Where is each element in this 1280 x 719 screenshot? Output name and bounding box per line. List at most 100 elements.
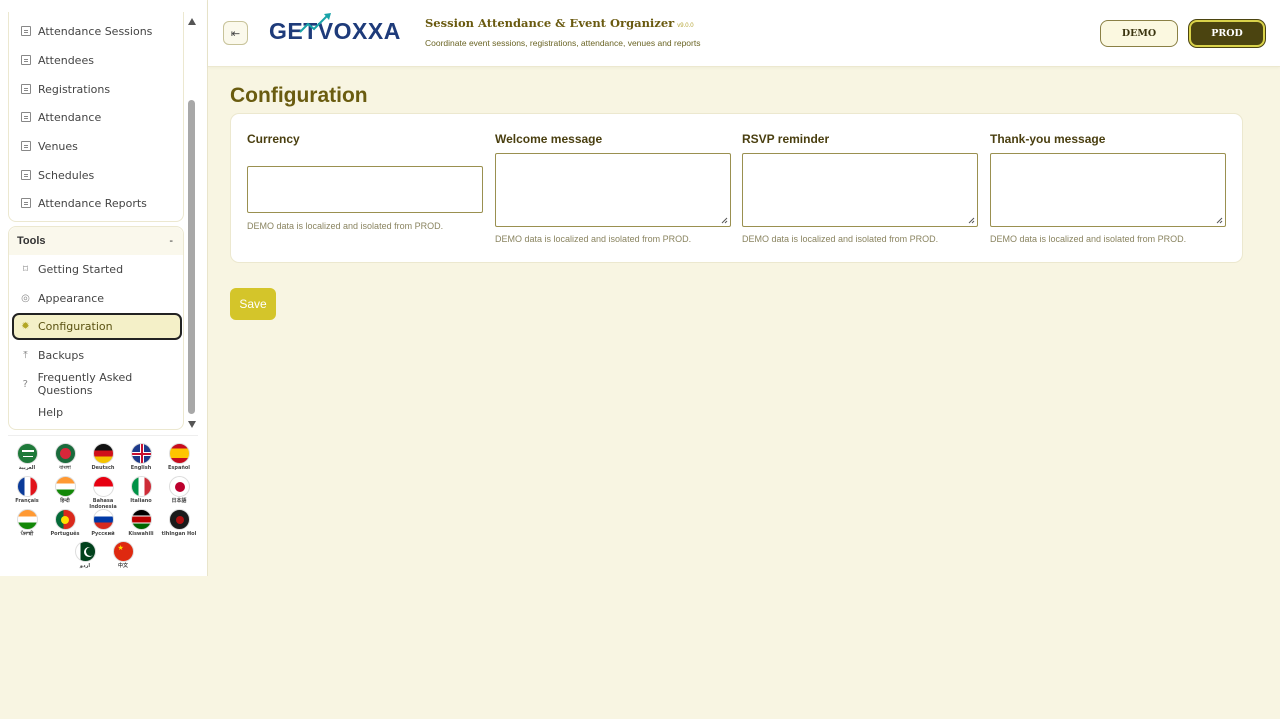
- india-flag-icon: [16, 509, 38, 530]
- sidebar-scrollbar[interactable]: [186, 14, 198, 430]
- collapse-toggle-icon[interactable]: -: [169, 235, 173, 247]
- document-icon: [20, 84, 31, 95]
- divider: [8, 435, 198, 436]
- language-id[interactable]: Bahasa Indonesia: [84, 476, 122, 510]
- scroll-down-arrow-icon[interactable]: [188, 421, 196, 428]
- language-label: العربية: [18, 465, 36, 471]
- currency-input[interactable]: [247, 166, 483, 213]
- logo-text-oxxa: OXXA: [333, 18, 401, 44]
- app-title-text: Session Attendance & Event Organizer: [425, 16, 675, 30]
- sidebar-item-label: Registrations: [38, 82, 111, 96]
- document-icon: [20, 55, 31, 66]
- gear-icon: ✹: [21, 321, 30, 332]
- resize-grip-icon[interactable]: [721, 217, 728, 224]
- language-label: Русский: [91, 531, 115, 537]
- sidebar-item-label: Venues: [38, 139, 78, 153]
- collapse-menu-icon: ⇤: [230, 26, 241, 40]
- sidebar-item-label: Attendees: [38, 53, 94, 67]
- document-icon: [20, 198, 31, 209]
- configuration-form: Currency DEMO data is localized and isol…: [230, 113, 1243, 263]
- app-version: v9.0.0: [677, 23, 694, 29]
- language-label: ਪੰਜਾਬੀ: [20, 531, 34, 537]
- sidebar-nav-list: Attendance Sessions Attendees Registrati…: [8, 12, 184, 222]
- tools-item-getting-started[interactable]: ⌑ Getting Started: [9, 257, 185, 281]
- help-circle-icon: ?: [22, 378, 28, 390]
- tools-header[interactable]: Tools -: [9, 227, 183, 255]
- italy-flag-icon: [130, 476, 152, 497]
- upload-icon: ⤒: [23, 349, 28, 361]
- rsvp-reminder-textarea[interactable]: [742, 153, 978, 227]
- resize-grip-icon[interactable]: [968, 217, 975, 224]
- japan-flag-icon: [168, 476, 190, 497]
- palette-icon: ◎: [21, 292, 30, 304]
- top-header: ⇤ GETVOXXA Session Attendance & Event Or…: [208, 0, 1280, 67]
- demo-env-button[interactable]: DEMO: [1100, 20, 1178, 47]
- language-sw[interactable]: Kiswahili: [122, 509, 160, 537]
- welcome-message-label: Welcome message: [495, 132, 603, 146]
- language-label: हिन्दी: [60, 498, 70, 504]
- language-label: 日本語: [171, 498, 187, 504]
- pakistan-flag-icon: [74, 541, 96, 562]
- language-es[interactable]: Español: [160, 443, 198, 471]
- kenya-flag-icon: [130, 509, 152, 530]
- language-label: tlhIngan Hol: [161, 531, 197, 537]
- tools-item-backups[interactable]: ⤒ Backups: [9, 343, 185, 367]
- language-de[interactable]: Deutsch: [84, 443, 122, 471]
- language-tlh[interactable]: tlhIngan Hol: [160, 509, 198, 537]
- scroll-up-arrow-icon[interactable]: [188, 18, 196, 25]
- tools-item-faq[interactable]: ? Frequently Asked Questions: [9, 371, 185, 397]
- currency-hint: DEMO data is localized and isolated from…: [247, 221, 444, 231]
- tools-item-appearance[interactable]: ◎ Appearance: [9, 286, 185, 310]
- document-icon: [20, 141, 31, 152]
- rsvp-reminder-hint: DEMO data is localized and isolated from…: [742, 234, 939, 244]
- language-label: اردو: [79, 563, 91, 569]
- language-label: Italiano: [130, 498, 152, 504]
- sidebar-item-label: Attendance Sessions: [38, 24, 153, 38]
- thank-you-message-textarea[interactable]: [990, 153, 1226, 227]
- sidebar-item-schedules[interactable]: Schedules: [9, 163, 185, 187]
- language-ja[interactable]: 日本語: [160, 476, 198, 504]
- sidebar-item-attendance-reports[interactable]: Attendance Reports: [9, 191, 185, 215]
- language-zh[interactable]: ★ 中文: [104, 541, 142, 569]
- sidebar-item-venues[interactable]: Venues: [9, 134, 185, 158]
- welcome-message-textarea[interactable]: [495, 153, 731, 227]
- tools-item-label: Backups: [38, 348, 85, 362]
- collapse-sidebar-button[interactable]: ⇤: [223, 21, 248, 45]
- tools-item-label: Help: [38, 405, 64, 419]
- document-icon: [20, 170, 31, 181]
- logo-arrow-icon: [299, 13, 331, 33]
- tools-item-configuration[interactable]: ✹ Configuration: [12, 313, 182, 340]
- language-ur[interactable]: اردو: [66, 541, 104, 569]
- app-subtitle: Coordinate event sessions, registrations…: [425, 38, 701, 48]
- document-icon: [20, 112, 31, 123]
- resize-grip-icon[interactable]: [1216, 217, 1223, 224]
- india-flag-icon: [54, 476, 76, 497]
- language-ru[interactable]: Русский: [84, 509, 122, 537]
- scrollbar-thumb[interactable]: [188, 100, 195, 414]
- sidebar-item-label: Attendance: [38, 110, 102, 124]
- tools-item-label: Appearance: [38, 291, 105, 305]
- sidebar-item-attendance-sessions[interactable]: Attendance Sessions: [9, 19, 185, 43]
- thank-you-message-hint: DEMO data is localized and isolated from…: [990, 234, 1187, 244]
- language-pa[interactable]: ਪੰਜਾਬੀ: [8, 509, 46, 537]
- spain-flag-icon: [168, 443, 190, 464]
- uk-flag-icon: [130, 443, 152, 464]
- language-hi[interactable]: हिन्दी: [46, 476, 84, 504]
- language-fr[interactable]: Français: [8, 476, 46, 504]
- document-icon: [20, 26, 31, 37]
- app-title: Session Attendance & Event Organizer v9.0…: [425, 16, 694, 30]
- currency-label: Currency: [247, 132, 300, 146]
- sidebar-item-registrations[interactable]: Registrations: [9, 77, 185, 101]
- language-bn[interactable]: বাংলা: [46, 443, 84, 471]
- language-it[interactable]: Italiano: [122, 476, 160, 504]
- rsvp-reminder-label: RSVP reminder: [742, 132, 830, 146]
- prod-env-button[interactable]: PROD: [1189, 20, 1265, 47]
- tools-item-help[interactable]: Help: [9, 400, 185, 424]
- sidebar-item-attendees[interactable]: Attendees: [9, 48, 185, 72]
- language-pt[interactable]: Português: [46, 509, 84, 537]
- save-button[interactable]: Save: [230, 288, 276, 320]
- language-en[interactable]: English: [122, 443, 160, 471]
- language-ar[interactable]: العربية: [8, 443, 46, 471]
- language-label: 中文: [117, 563, 128, 569]
- sidebar-item-attendance[interactable]: Attendance: [9, 105, 185, 129]
